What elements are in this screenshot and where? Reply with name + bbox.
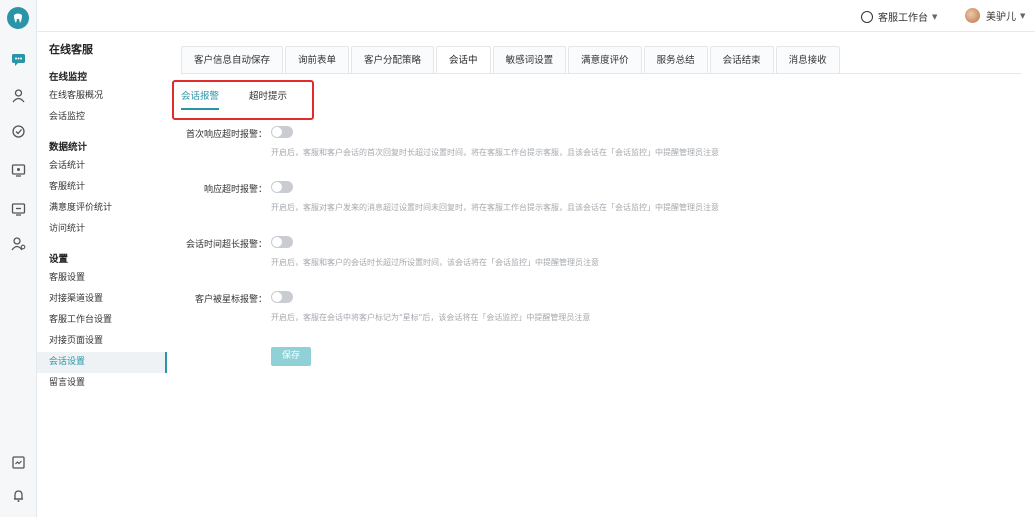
display-icon[interactable] [11, 202, 26, 217]
toggle-switch[interactable] [271, 291, 293, 303]
setting-desc: 开启后，客服和客户会话的首次回复时长超过设置时间，将在客服工作台提示客服，且该会… [271, 148, 719, 157]
setting-label: 客户被星标报警： [194, 295, 267, 305]
sidebar-item[interactable]: 客服工作台设置 [37, 310, 167, 331]
tab[interactable]: 客户信息自动保存 [181, 46, 284, 74]
sidebar-item[interactable]: 对接渠道设置 [37, 289, 167, 310]
sidebar-item[interactable]: 对接页面设置 [37, 331, 167, 352]
tab[interactable]: 会话结束 [709, 46, 774, 74]
sidebar-item-session-settings[interactable]: 会话设置 [37, 352, 167, 373]
subtab-bar: 会话报警 超时提示 [181, 88, 317, 110]
sidebar-item[interactable]: 在线客服概况 [37, 86, 167, 107]
sidebar-item[interactable]: 会话统计 [37, 156, 167, 177]
group-title: 在线监控 [49, 72, 88, 83]
user-menu[interactable]: 美驴儿 ▼ [965, 8, 1025, 23]
contact-icon[interactable] [11, 236, 26, 251]
app-title: 在线客服 [49, 43, 93, 56]
avatar [965, 8, 980, 23]
workspace-label: 客服工作台 [878, 13, 928, 24]
tab[interactable]: 客户分配策略 [351, 46, 435, 74]
setting-desc: 开启后，客服在会话中将客户标记为"星标"后，该会话将在「会话监控」中提醒管理员注… [271, 313, 591, 322]
tab[interactable]: 敏感词设置 [492, 46, 567, 74]
logo-icon[interactable] [7, 7, 29, 29]
icon-rail [0, 0, 37, 517]
top-header: 客服工作台 ▼ 美驴儿 ▼ [37, 0, 1035, 32]
sidebar-item[interactable]: 会话监控 [37, 107, 167, 128]
workspace-switcher[interactable]: 客服工作台 ▼ [861, 9, 937, 24]
chevron-down-icon: ▼ [1020, 11, 1026, 20]
setting-label: 响应超时报警： [203, 185, 267, 195]
main-content: 客户信息自动保存 询前表单 客户分配策略 会话中 敏感词设置 满意度评价 服务总… [167, 32, 1035, 517]
sidebar-nav: 在线客服 在线监控 在线客服概况 会话监控 数据统计 会话统计 客服统计 满意度… [37, 32, 167, 517]
chat-icon[interactable] [11, 52, 26, 67]
group-title: 数据统计 [49, 142, 88, 153]
sidebar-item[interactable]: 访问统计 [37, 219, 167, 240]
tab[interactable]: 询前表单 [285, 46, 350, 74]
setting-label: 会话时间超长报警： [185, 240, 267, 250]
setting-desc: 开启后，客服对客户发来的消息超过设置时间未回复时，将在客服工作台提示客服，且该会… [271, 203, 719, 212]
monitor-icon[interactable] [11, 124, 26, 139]
sidebar-item[interactable]: 留言设置 [37, 373, 167, 394]
toggle-switch[interactable] [271, 181, 293, 193]
tab[interactable]: 服务总结 [643, 46, 708, 74]
user-group-icon[interactable] [11, 88, 26, 103]
sidebar-item[interactable]: 满意度评价统计 [37, 198, 167, 219]
sidebar-item[interactable]: 客服统计 [37, 177, 167, 198]
group-title: 设置 [49, 254, 69, 265]
tab-divider [181, 73, 1021, 74]
toggle-switch[interactable] [271, 126, 293, 138]
sidebar-item[interactable]: 客服设置 [37, 268, 167, 289]
tab[interactable]: 消息接收 [775, 46, 840, 74]
setting-desc: 开启后，客服和客户的会话时长超过所设置时间，该会话将在「会话监控」中提醒管理员注… [271, 258, 599, 267]
bell-icon[interactable] [11, 488, 26, 503]
chevron-down-icon: ▼ [932, 12, 938, 21]
save-button[interactable]: 保存 [271, 347, 311, 366]
tab-active[interactable]: 会话中 [436, 46, 491, 74]
headset-icon [861, 10, 873, 23]
stats-icon[interactable] [11, 163, 26, 178]
setting-label: 首次响应超时报警： [185, 130, 267, 140]
subtab-active[interactable]: 会话报警 [181, 88, 220, 110]
user-name: 美驴儿 [986, 12, 1016, 23]
tab-bar: 客户信息自动保存 询前表单 客户分配策略 会话中 敏感词设置 满意度评价 服务总… [181, 46, 842, 74]
report-icon[interactable] [11, 455, 26, 470]
toggle-switch[interactable] [271, 236, 293, 248]
tab[interactable]: 满意度评价 [568, 46, 642, 74]
subtab[interactable]: 超时提示 [249, 88, 287, 110]
